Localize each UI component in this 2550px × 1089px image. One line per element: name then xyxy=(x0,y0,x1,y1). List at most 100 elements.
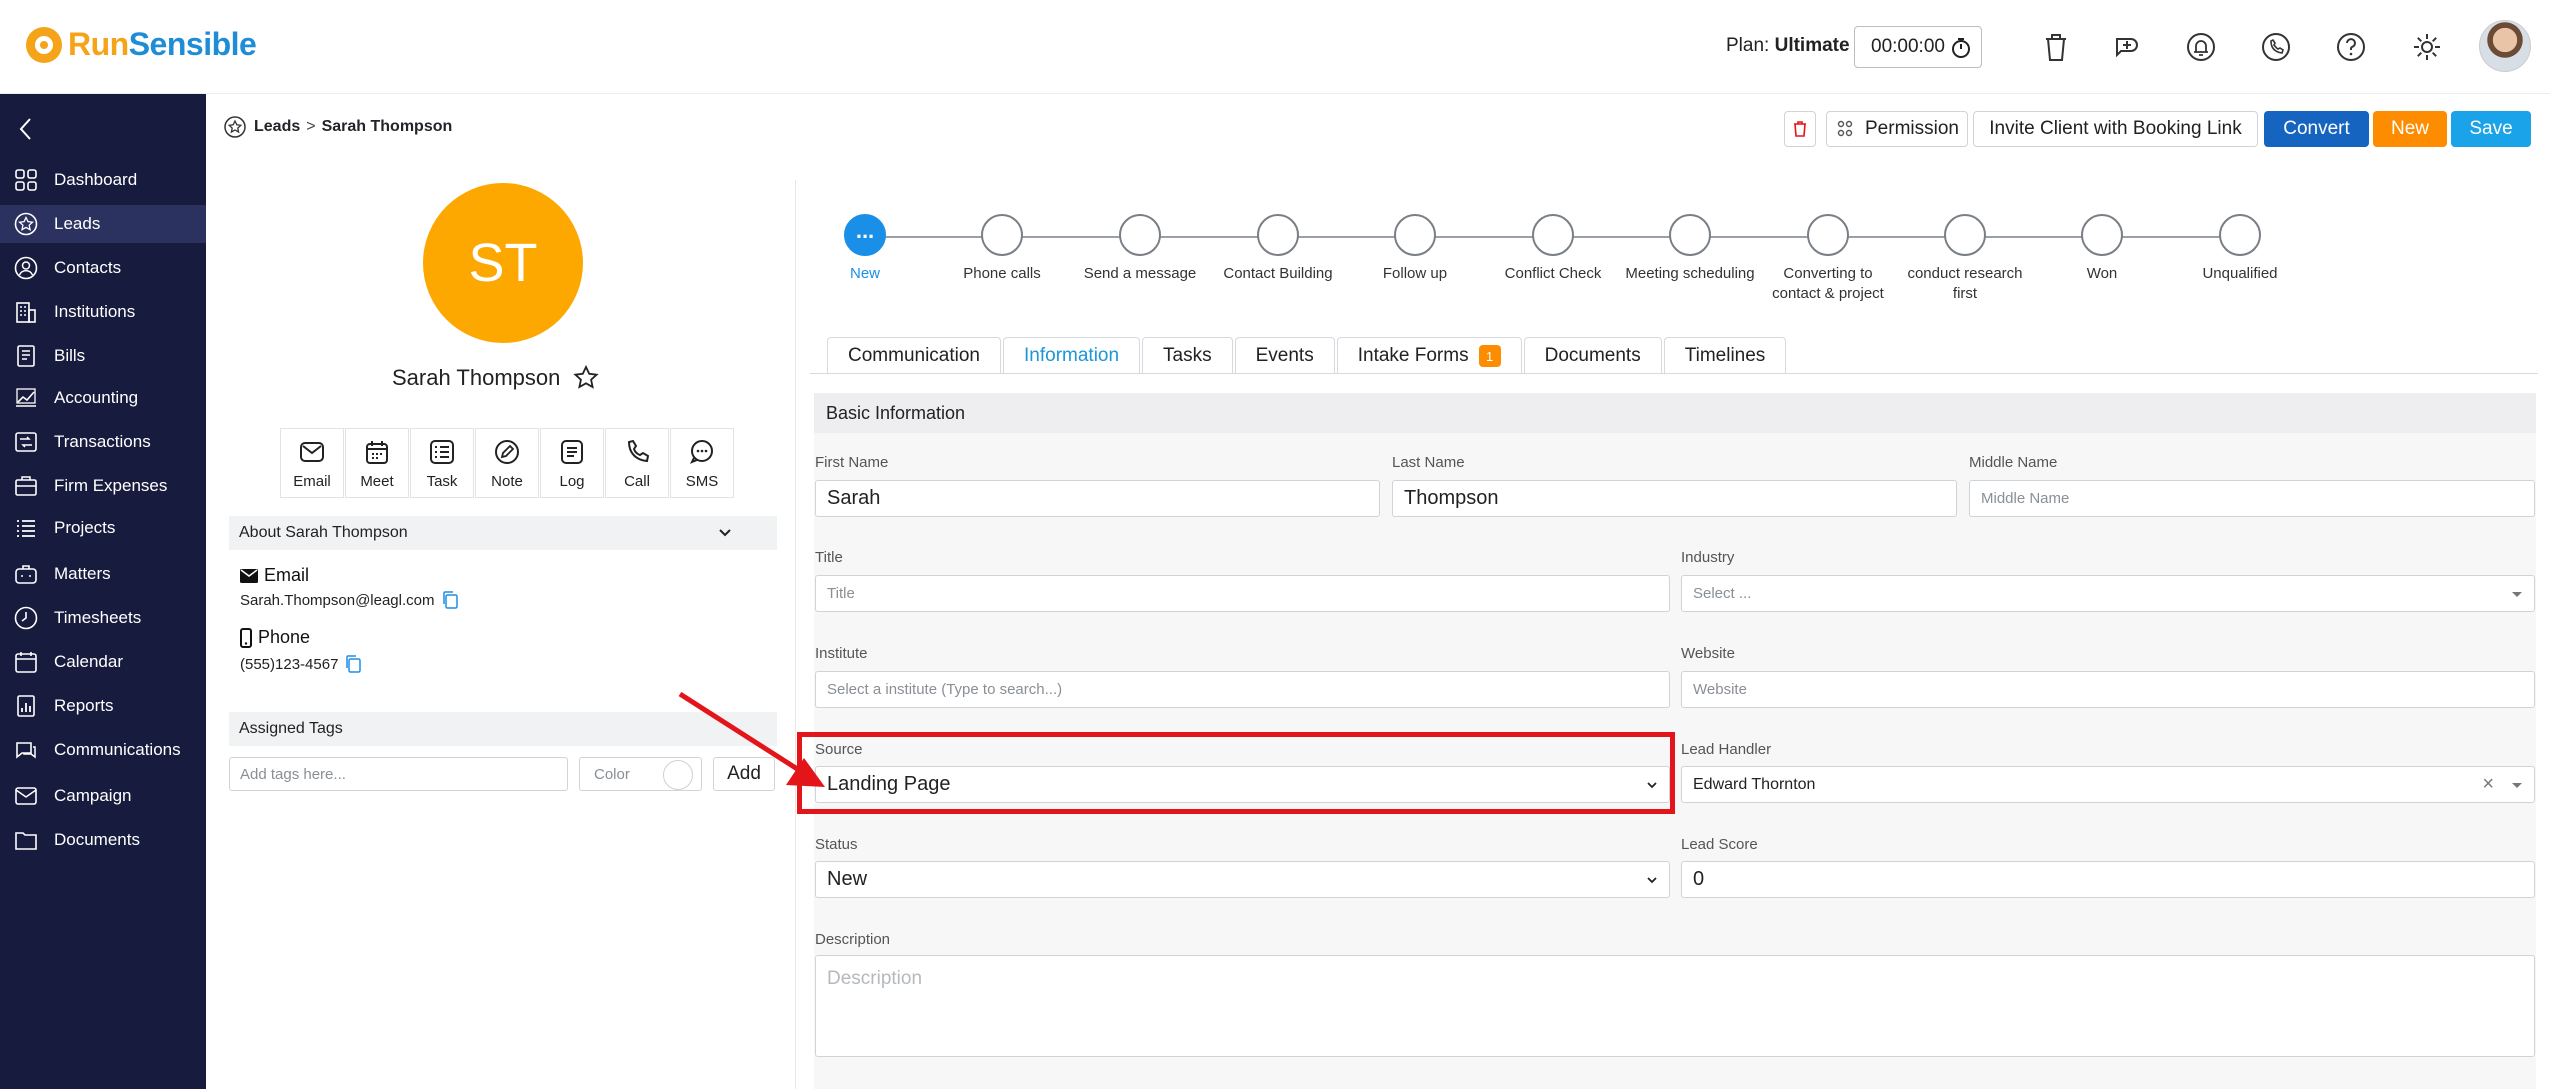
tag-color-picker[interactable]: Color xyxy=(579,757,702,791)
first-name-input[interactable]: Sarah xyxy=(815,480,1380,517)
lead-handler-select[interactable]: Edward Thornton × xyxy=(1681,766,2535,803)
add-task-icon[interactable] xyxy=(2108,28,2146,66)
sidebar-item-documents[interactable]: Documents xyxy=(0,821,206,859)
stage-phone-calls[interactable]: Phone calls xyxy=(932,214,1072,284)
sidebar-item-communications[interactable]: Communications xyxy=(0,731,206,769)
sidebar-item-timesheets[interactable]: Timesheets xyxy=(0,599,206,637)
lead-score-input[interactable]: 0 xyxy=(1681,861,2535,898)
quick-action-log[interactable]: Log xyxy=(540,428,604,498)
sidebar-item-reports[interactable]: Reports xyxy=(0,687,206,725)
tab-information[interactable]: Information xyxy=(1003,337,1141,374)
tab-timelines[interactable]: Timelines xyxy=(1663,337,1787,374)
timer[interactable]: 00:00:00 xyxy=(1854,26,1982,68)
invite-client-button[interactable]: Invite Client with Booking Link xyxy=(1973,111,2258,147)
sidebar-item-accounting[interactable]: Accounting xyxy=(0,379,206,417)
stage-meeting-scheduling[interactable]: Meeting scheduling xyxy=(1620,214,1760,284)
copy-icon[interactable] xyxy=(441,590,459,610)
color-swatch[interactable] xyxy=(663,760,693,790)
tab-intake-forms[interactable]: Intake Forms 1 xyxy=(1336,337,1522,374)
leads-star-icon xyxy=(224,116,246,138)
user-avatar[interactable] xyxy=(2479,20,2531,72)
status-select[interactable]: New xyxy=(815,861,1670,898)
convert-button[interactable]: Convert xyxy=(2264,111,2369,147)
website-input[interactable]: Website xyxy=(1681,671,2535,708)
last-name-input[interactable]: Thompson xyxy=(1392,480,1957,517)
stage-dot[interactable] xyxy=(2081,214,2123,256)
stage-dot[interactable] xyxy=(2219,214,2261,256)
help-icon[interactable] xyxy=(2332,28,2370,66)
new-button[interactable]: New xyxy=(2373,111,2447,147)
stage-conflict-check[interactable]: Conflict Check xyxy=(1483,214,1623,284)
breadcrumb: Leads > Sarah Thompson xyxy=(224,116,452,138)
middle-name-input[interactable]: Middle Name xyxy=(1969,480,2535,517)
industry-select[interactable]: Select ... xyxy=(1681,575,2535,612)
stage-dot[interactable] xyxy=(981,214,1023,256)
sidebar-item-calendar[interactable]: Calendar xyxy=(0,643,206,681)
stage-dot[interactable] xyxy=(1669,214,1711,256)
stage-new[interactable]: ... New xyxy=(795,214,935,284)
favorite-star-icon[interactable] xyxy=(572,364,600,392)
institute-search-input[interactable]: Select a institute (Type to search...) xyxy=(815,671,1670,708)
stage-dot[interactable] xyxy=(1532,214,1574,256)
sidebar-item-matters[interactable]: Matters xyxy=(0,555,206,593)
delete-lead-button[interactable] xyxy=(1784,111,1816,147)
stage-send-a-message[interactable]: Send a message xyxy=(1070,214,1210,284)
stage-unqualified[interactable]: Unqualified xyxy=(2170,214,2310,284)
tab-communication[interactable]: Communication xyxy=(827,337,1001,374)
email-value[interactable]: Sarah.Thompson@leagl.com xyxy=(240,592,435,609)
collapse-sidebar-button[interactable] xyxy=(16,116,36,147)
sidebar-item-leads[interactable]: Leads xyxy=(0,205,206,243)
sidebar-item-dashboard[interactable]: Dashboard xyxy=(0,161,206,199)
bell-icon[interactable] xyxy=(2182,28,2220,66)
stage-dot[interactable] xyxy=(1119,214,1161,256)
sidebar-item-firm-expenses[interactable]: Firm Expenses xyxy=(0,467,206,505)
stage-won[interactable]: Won xyxy=(2032,214,2172,284)
stage-follow-up[interactable]: Follow up xyxy=(1345,214,1485,284)
sidebar-item-projects[interactable]: Projects xyxy=(0,509,206,547)
quick-action-note[interactable]: Note xyxy=(475,428,539,498)
stage-dot[interactable] xyxy=(1257,214,1299,256)
stage-converting-to-contact-project[interactable]: Converting to contact & project xyxy=(1758,214,1898,304)
trash-icon[interactable] xyxy=(2037,28,2075,66)
about-section-header[interactable]: About Sarah Thompson xyxy=(229,516,777,550)
phone-value[interactable]: (555)123-4567 xyxy=(240,656,338,673)
clear-icon[interactable]: × xyxy=(2482,773,2494,796)
permission-button[interactable]: Permission xyxy=(1826,111,1968,147)
institutions-icon xyxy=(14,300,38,324)
tab-tasks[interactable]: Tasks xyxy=(1142,337,1233,374)
tab-documents[interactable]: Documents xyxy=(1523,337,1662,374)
copy-icon[interactable] xyxy=(344,654,362,674)
sidebar-item-label: Reports xyxy=(54,696,114,715)
quick-action-email[interactable]: Email xyxy=(280,428,344,498)
gear-icon[interactable] xyxy=(2408,28,2446,66)
stage-dot[interactable] xyxy=(1944,214,1986,256)
stage-dot[interactable]: ... xyxy=(844,214,886,256)
stage-dot[interactable] xyxy=(1807,214,1849,256)
title-input[interactable]: Title xyxy=(815,575,1670,612)
firm-expenses-icon xyxy=(14,474,38,498)
stage-conduct-research-first[interactable]: conduct research first xyxy=(1895,214,2035,304)
quick-action-sms[interactable]: SMS xyxy=(670,428,734,498)
sidebar-item-contacts[interactable]: Contacts xyxy=(0,249,206,287)
stage-contact-building[interactable]: Contact Building xyxy=(1208,214,1348,284)
phone-icon[interactable] xyxy=(2257,28,2295,66)
quick-action-task[interactable]: Task xyxy=(410,428,474,498)
sidebar-item-label: Bills xyxy=(54,346,86,365)
quick-action-meet[interactable]: Meet xyxy=(345,428,409,498)
tags-input[interactable] xyxy=(229,757,568,791)
brand-logo[interactable]: RunSensible xyxy=(26,26,257,63)
add-tag-button[interactable]: Add xyxy=(713,757,775,791)
breadcrumb-root[interactable]: Leads xyxy=(254,118,300,136)
save-button[interactable]: Save xyxy=(2451,111,2531,147)
sidebar-item-institutions[interactable]: Institutions xyxy=(0,293,206,331)
tab-label: Intake Forms xyxy=(1357,345,1469,366)
phone-value-row: (555)123-4567 xyxy=(240,654,362,674)
sidebar-item-bills[interactable]: Bills xyxy=(0,337,206,375)
sidebar-item-campaign[interactable]: Campaign xyxy=(0,777,206,815)
stage-dot[interactable] xyxy=(1394,214,1436,256)
sidebar-item-transactions[interactable]: Transactions xyxy=(0,423,206,461)
quick-action-call[interactable]: Call xyxy=(605,428,669,498)
description-textarea[interactable]: Description xyxy=(815,955,2535,1057)
stage-label: Contact Building xyxy=(1223,265,1333,282)
tab-events[interactable]: Events xyxy=(1234,337,1335,374)
